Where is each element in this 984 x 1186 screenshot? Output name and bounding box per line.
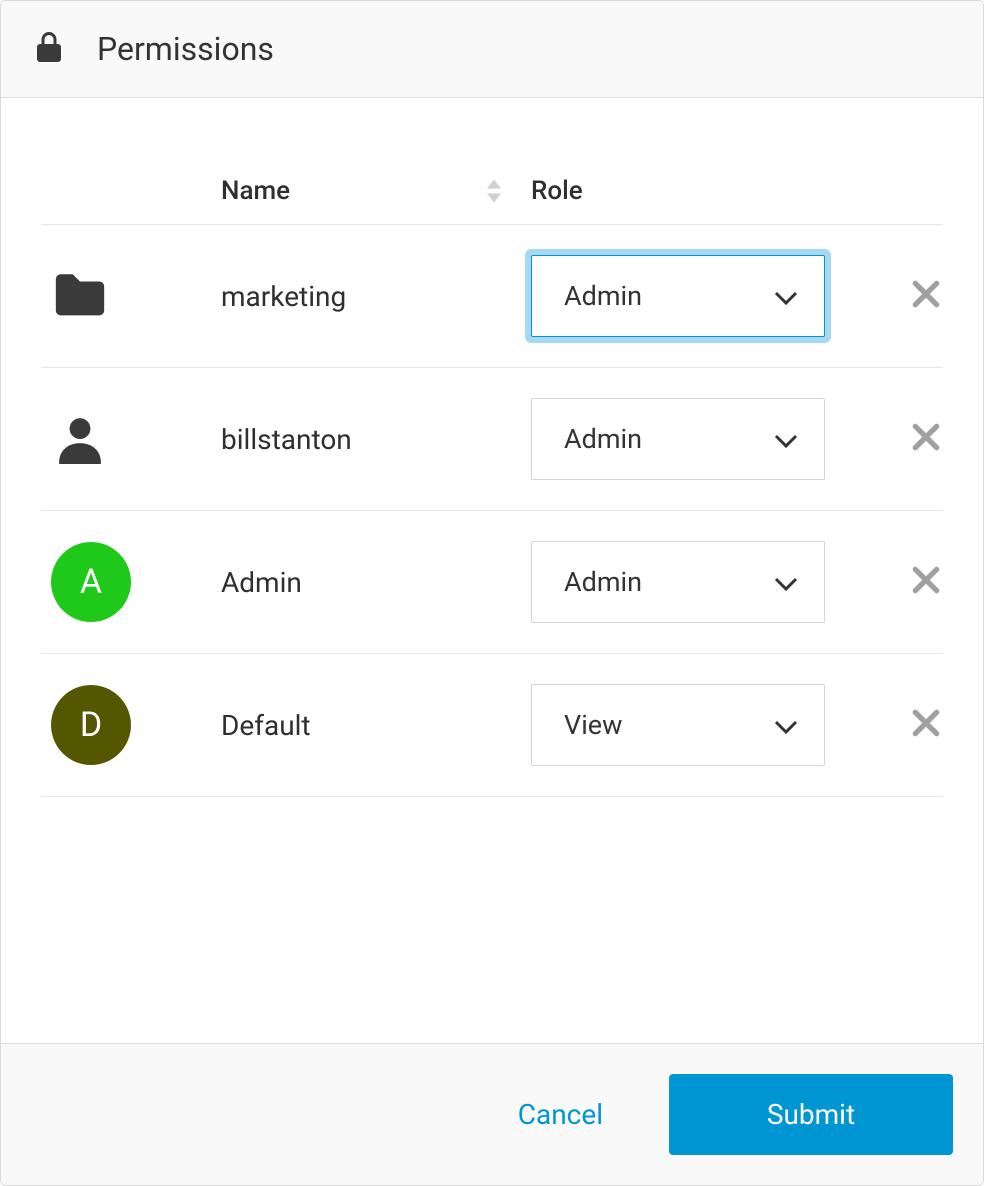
remove-button[interactable] (881, 278, 971, 314)
role-select[interactable]: Admin (531, 398, 825, 480)
row-name: billstanton (221, 423, 531, 456)
remove-button[interactable] (881, 707, 971, 743)
sort-icon (487, 179, 501, 203)
column-header-name-label: Name (221, 176, 290, 206)
lock-icon (31, 29, 67, 69)
modal-header: Permissions (1, 1, 983, 98)
remove-button[interactable] (881, 421, 971, 457)
modal-footer: Cancel Submit (1, 1043, 983, 1185)
role-select[interactable]: View (531, 684, 825, 766)
avatar: D (51, 685, 131, 765)
permissions-modal: Permissions Name Role (0, 0, 984, 1186)
table-row: marketing Admin (41, 225, 943, 368)
chevron-down-icon (774, 709, 798, 741)
row-name: marketing (221, 280, 531, 313)
table-row: billstanton Admin (41, 368, 943, 511)
role-select-value: Admin (564, 566, 642, 598)
avatar-letter: D (80, 705, 102, 745)
chevron-down-icon (774, 280, 798, 312)
role-select-value: Admin (564, 423, 642, 455)
column-header-role[interactable]: Role (531, 176, 881, 206)
row-name: Admin (221, 566, 531, 599)
chevron-down-icon (774, 566, 798, 598)
table-row: A Admin Admin (41, 511, 943, 654)
avatar-letter: A (80, 562, 102, 602)
role-select[interactable]: Admin (531, 255, 825, 337)
modal-body: Name Role marketing Admin (1, 98, 983, 1043)
row-name: Default (221, 709, 531, 742)
close-icon (910, 278, 942, 314)
user-icon (51, 414, 221, 464)
chevron-down-icon (774, 423, 798, 455)
permissions-table: Name Role marketing Admin (41, 158, 943, 797)
cancel-button[interactable]: Cancel (502, 1078, 619, 1151)
column-header-name[interactable]: Name (221, 176, 531, 206)
modal-title: Permissions (97, 30, 274, 68)
avatar: A (51, 542, 131, 622)
role-select-value: Admin (564, 280, 642, 312)
folder-icon (51, 271, 221, 321)
close-icon (910, 564, 942, 600)
role-select-value: View (564, 709, 622, 741)
table-header-row: Name Role (41, 158, 943, 225)
close-icon (910, 707, 942, 743)
table-row: D Default View (41, 654, 943, 797)
role-select[interactable]: Admin (531, 541, 825, 623)
submit-button[interactable]: Submit (669, 1074, 953, 1155)
remove-button[interactable] (881, 564, 971, 600)
close-icon (910, 421, 942, 457)
